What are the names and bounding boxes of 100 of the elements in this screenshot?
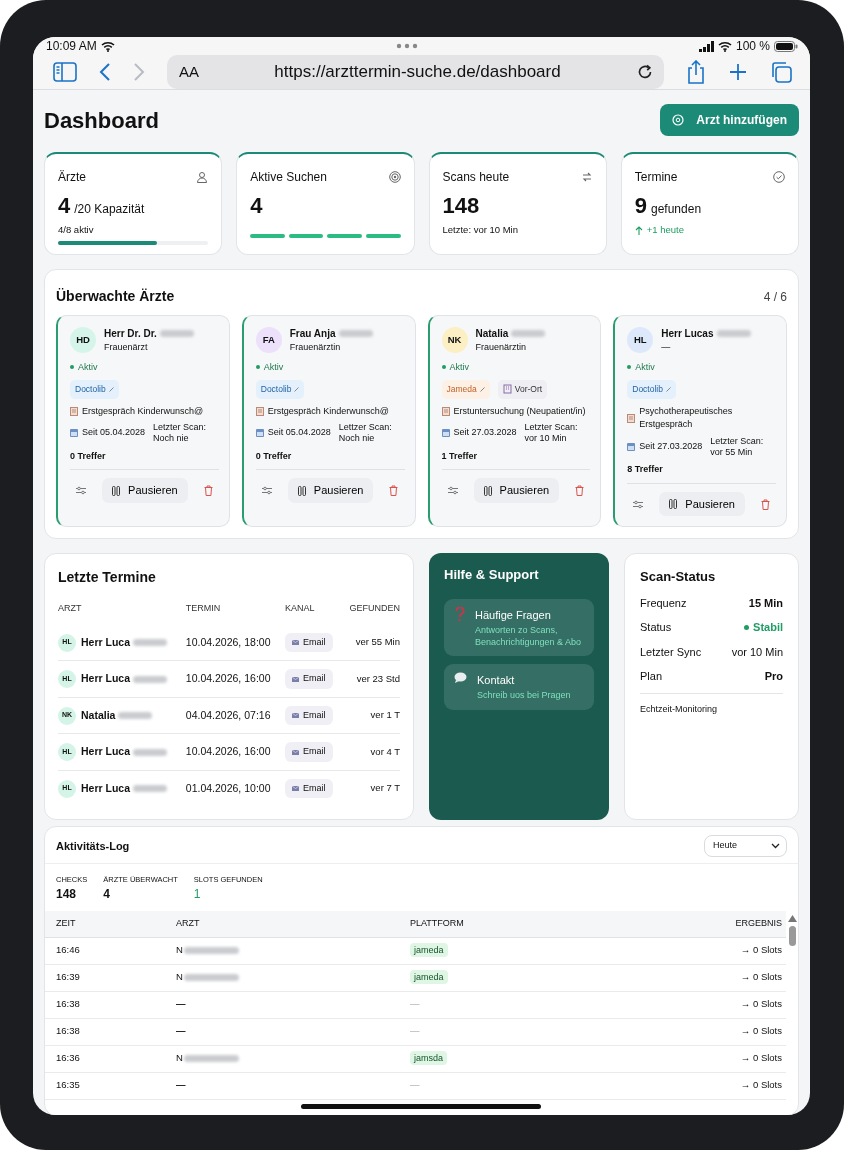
channel-tag: Email xyxy=(285,742,333,762)
question-icon xyxy=(454,606,465,622)
since-date: Seit 05.04.2028 xyxy=(82,426,146,440)
calendar-icon xyxy=(255,429,264,438)
table-cell: ver 1 T xyxy=(340,697,400,734)
chevron-down-icon xyxy=(771,843,780,850)
column-header: ARZT xyxy=(176,911,410,938)
column-header: TERMIN xyxy=(185,592,286,625)
trash-icon[interactable] xyxy=(575,485,585,497)
pause-button[interactable]: Pausieren xyxy=(473,478,560,503)
stat-value: 148 xyxy=(442,194,480,219)
platform-tag[interactable]: Doctolib xyxy=(627,380,676,399)
table-cell: ver 55 Min xyxy=(340,624,400,661)
pause-button[interactable]: Pausieren xyxy=(659,491,745,517)
help-item-title: Häufige Fragen xyxy=(475,607,552,623)
tabs-icon[interactable] xyxy=(770,61,792,83)
column-header: ZEIT xyxy=(45,911,176,938)
building-icon xyxy=(502,384,512,395)
avatar: FA xyxy=(255,327,282,354)
panel-title: Scan-Status xyxy=(640,568,717,587)
table-cell: 16:39 xyxy=(45,964,176,992)
help-item-title: Kontakt xyxy=(477,672,516,688)
table-cell: 16:36 xyxy=(45,1045,176,1073)
appointment-type: Psychotherapeutisches Erstgespräch xyxy=(639,404,734,432)
sliders-icon[interactable] xyxy=(261,486,272,496)
table-cell: 01.04.2026, 10:00 xyxy=(185,770,286,807)
stat-note: +1 heute xyxy=(646,223,684,238)
appointment-type: Erstuntersuchung (Neupatient/in) xyxy=(453,404,586,418)
platform-tag[interactable]: Jameda xyxy=(441,380,490,399)
email-icon xyxy=(292,640,300,646)
share-icon[interactable] xyxy=(686,60,706,84)
table-cell: ver 7 T xyxy=(340,770,400,807)
table-cell: ver 23 Std xyxy=(340,660,400,698)
column-header: ARZT xyxy=(58,592,186,625)
help-item[interactable]: Kontakt Schreib uos bei Pragen xyxy=(444,663,594,710)
text-size-button[interactable]: AA xyxy=(179,60,199,84)
clipboard-icon xyxy=(441,407,450,416)
reload-icon[interactable] xyxy=(636,63,654,81)
sliders-icon[interactable] xyxy=(76,486,87,496)
trash-icon[interactable] xyxy=(203,485,213,497)
table-cell: 16:38 xyxy=(45,991,176,1019)
sidebar-icon[interactable] xyxy=(53,62,77,82)
doctor-name: N xyxy=(176,970,183,985)
doctor-count: 4 / 6 xyxy=(763,288,787,306)
platform-tag: jamsda xyxy=(410,1051,447,1066)
more-dots-icon[interactable] xyxy=(395,43,418,49)
chat-bubble-icon xyxy=(454,671,467,684)
sliders-icon[interactable] xyxy=(633,499,644,509)
add-doctor-button[interactable]: Arzt hinzufügen xyxy=(660,104,799,136)
status-row-value: Stabil xyxy=(753,620,783,636)
pause-button[interactable]: Pausieren xyxy=(287,478,374,503)
plus-icon[interactable] xyxy=(728,62,748,82)
doctor-name: N xyxy=(176,1051,183,1066)
scroll-up-icon[interactable] xyxy=(787,915,797,923)
platform-tag: jameda xyxy=(410,943,448,958)
hit-count: 0 Treffer xyxy=(70,449,107,463)
signal-icon xyxy=(698,40,714,52)
doctor-specialty: Frauenärztin xyxy=(289,341,342,354)
stat-suffix: /20 Kapazität xyxy=(74,201,145,218)
channel-tag: Email xyxy=(285,778,333,799)
doctor-name: Herr Luca xyxy=(81,671,131,687)
blurred-mark xyxy=(183,974,239,982)
status-time: 10:09 AM xyxy=(46,38,97,55)
appointment-type: Erstgespräch Kinderwunsch@ xyxy=(82,404,204,418)
panel-title: Letzte Termine xyxy=(58,568,157,588)
platform-tag[interactable]: Doctolib xyxy=(70,380,119,399)
location-tag[interactable]: Vor-Ort xyxy=(497,380,548,399)
arrow-up-icon xyxy=(634,225,643,235)
blurred-mark xyxy=(133,785,168,793)
stat-label: Aktive Suchen xyxy=(250,169,327,186)
person-icon xyxy=(196,171,209,183)
platform-tag[interactable]: Doctolib xyxy=(255,380,305,399)
doctor-name: — xyxy=(176,1078,186,1093)
stat-note: 4/8 aktiv xyxy=(58,223,95,238)
table-cell: → 0 Slots xyxy=(604,937,786,965)
help-item[interactable]: Häufige Fragen Antworten zo Scans, Benachrichtigungen & Abo xyxy=(444,598,594,656)
scroll-thumb-icon[interactable] xyxy=(788,926,796,947)
table-cell: — xyxy=(410,998,420,1010)
sliders-icon[interactable] xyxy=(447,486,458,496)
period-select[interactable]: Heute xyxy=(704,835,787,857)
blurred-mark xyxy=(133,748,168,756)
avatar: HL xyxy=(627,327,654,354)
pause-button[interactable]: Pausieren xyxy=(102,478,188,503)
pause-icon xyxy=(297,485,306,496)
panel-title: Überwachte Ärzte xyxy=(56,287,175,306)
table-cell: 16:38 xyxy=(45,1018,176,1046)
help-item-subtitle: Antworten zo Scans, Benachrichtigungen & Abo xyxy=(475,625,583,648)
page-title: Dashboard xyxy=(44,106,159,135)
trash-icon[interactable] xyxy=(760,498,770,510)
doctor-name: Natalia xyxy=(81,707,116,723)
blurred-mark xyxy=(133,639,168,647)
url-text[interactable]: https://arzttermin-suche.de/dashboard xyxy=(199,59,636,85)
stat-value: 4 xyxy=(103,886,111,904)
email-icon xyxy=(292,676,300,682)
trash-icon[interactable] xyxy=(389,485,399,497)
back-icon[interactable] xyxy=(99,62,111,82)
appointment-type: Erstgespräch Kinderwunsch@ xyxy=(267,404,389,418)
platform-tag: jameda xyxy=(410,970,448,985)
add-circle-icon xyxy=(672,114,685,126)
pause-icon xyxy=(669,499,678,510)
